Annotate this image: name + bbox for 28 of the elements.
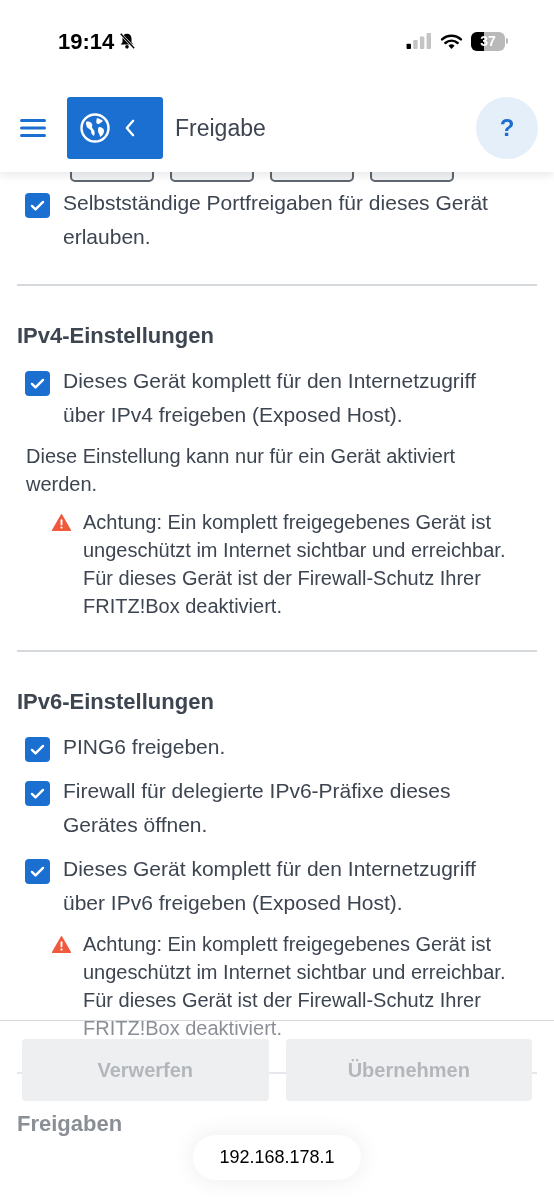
checkbox-label: Dieses Gerät komplett für den Internetzugriff über IPv4 freigeben (Exposed Host). (63, 368, 477, 428)
chevron-left-icon (124, 119, 135, 137)
warning-text: Achtung: Ein komplett freigegebenes Gerät ist ungeschützt im Internet sichtbar und erreichbar. Für dieses Gerät ist der Firewall-Schutz Ihrer FRITZ!Box deaktiviert. (83, 510, 507, 619)
checkbox-label: Firewall für delegierte IPv6-Präfixe dieses Gerätes öffnen. (63, 778, 452, 838)
menu-icon[interactable] (20, 118, 46, 138)
checkbox[interactable] (25, 193, 50, 218)
checkbox-label: Dieses Gerät komplett für den Internetzugriff über IPv6 freigeben (Exposed Host). (63, 856, 477, 916)
section-heading: IPv4-Einstellungen (16, 322, 215, 350)
checkbox-label: PING6 freigeben. (63, 734, 227, 760)
note-text: Diese Einstellung kann nur für ein Gerät aktiviert werden. (26, 444, 457, 497)
section-heading: Freigaben (16, 1110, 124, 1138)
back-button[interactable] (67, 97, 163, 159)
checkbox[interactable] (25, 737, 50, 762)
checkbox[interactable] (25, 859, 50, 884)
wifi-icon (440, 32, 463, 50)
help-button[interactable]: ? (476, 97, 538, 159)
checkbox[interactable] (25, 371, 50, 396)
warning-icon (52, 514, 71, 531)
globe-icon (80, 113, 110, 143)
clock: 19:14 (58, 27, 115, 56)
checkbox-label: Selbstständige Portfreigaben für dieses Gerät erlauben. (63, 190, 489, 250)
address-bar[interactable]: 192.168.178.1 (193, 1135, 361, 1180)
checkbox[interactable] (25, 781, 50, 806)
signal-icon (406, 33, 432, 49)
section-heading: IPv6-Einstellungen (16, 688, 215, 716)
warning-text: Achtung: Ein komplett freigegebenes Gerät ist ungeschützt im Internet sichtbar und erreichbar. Für dieses Gerät ist der Firewall-Schutz Ihrer FRITZ!Box deaktiviert. (83, 932, 507, 1041)
page-title: Freigabe (175, 113, 266, 143)
warning-icon (52, 936, 71, 953)
